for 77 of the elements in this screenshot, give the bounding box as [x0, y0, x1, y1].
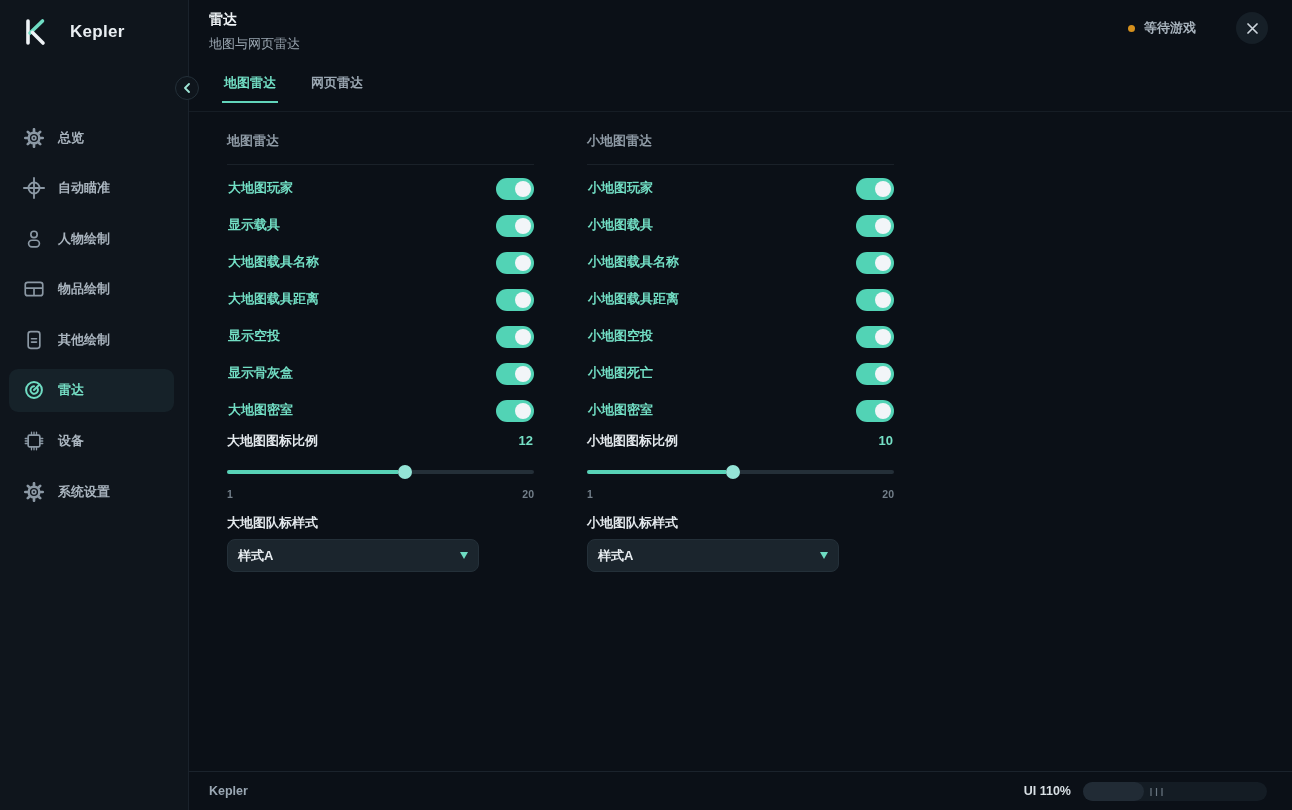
toggle-switch[interactable]	[496, 288, 534, 311]
slider-value: 10	[878, 432, 894, 450]
grid-icon	[24, 279, 44, 300]
slider-thumb[interactable]	[725, 465, 740, 479]
caret-down-icon	[460, 552, 468, 559]
toggle-label: 小地图玩家	[587, 180, 653, 197]
gear-icon	[24, 481, 44, 502]
page-subtitle: 地图与网页雷达	[209, 36, 300, 53]
radar-icon	[24, 380, 44, 401]
close-icon	[1246, 22, 1258, 34]
toggle-label: 显示载具	[227, 217, 280, 234]
sidebar-item[interactable]: 自动瞄准	[9, 166, 174, 210]
toggle-switch[interactable]	[496, 177, 534, 200]
gear-icon	[24, 127, 44, 148]
toggle-label: 大地图载具名称	[227, 254, 319, 271]
sidebar-item[interactable]: 系统设置	[9, 470, 174, 514]
section-title: 地图雷达	[227, 133, 279, 148]
document-icon	[24, 329, 44, 350]
chip-icon	[24, 431, 44, 452]
tab[interactable]: 网页雷达	[309, 66, 365, 103]
dropdown-label: 大地图队标样式	[227, 514, 318, 532]
chevron-left-icon	[184, 83, 190, 93]
sidebar-item[interactable]: 总览	[9, 116, 174, 159]
crosshair-icon	[23, 177, 45, 200]
sidebar-item[interactable]: 设备	[9, 419, 174, 463]
toggle-switch[interactable]	[856, 362, 894, 385]
page-title: 雷达	[209, 10, 237, 28]
toggle-switch[interactable]	[496, 399, 534, 422]
slider-min-label: 1	[587, 488, 593, 500]
caret-down-icon	[820, 552, 828, 559]
slider-label: 大地图图标比例	[227, 432, 318, 450]
toggle-label: 小地图空投	[587, 328, 653, 345]
slider-min-label: 1	[227, 488, 233, 500]
ui-scale-track[interactable]	[1083, 781, 1267, 801]
brand-name: Kepler	[70, 22, 125, 42]
slider-value: 12	[518, 432, 534, 450]
slider-label: 小地图图标比例	[587, 432, 678, 450]
toggle-label: 小地图死亡	[587, 365, 653, 382]
status-dot-icon	[1128, 24, 1135, 32]
sidebar-item[interactable]: 物品绘制	[9, 267, 174, 311]
slider-thumb[interactable]	[397, 465, 412, 479]
footer-brand: Kepler	[209, 784, 248, 798]
toggle-switch[interactable]	[856, 177, 894, 200]
ui-scale-label: UI 110%	[1023, 784, 1071, 798]
toggle-switch[interactable]	[496, 325, 534, 348]
toggle-label: 显示空投	[227, 328, 280, 345]
status-text: 等待游戏	[1144, 19, 1196, 37]
toggle-switch[interactable]	[856, 325, 894, 348]
collapse-button[interactable]	[175, 76, 199, 100]
logo-icon	[24, 18, 46, 46]
toggle-switch[interactable]	[496, 362, 534, 385]
grip-icon	[1149, 787, 1163, 796]
slider-max-label: 20	[522, 488, 534, 500]
sidebar-item[interactable]: 雷达	[9, 368, 174, 412]
toggle-label: 大地图密室	[227, 402, 293, 419]
toggle-label: 小地图载具距离	[587, 291, 679, 308]
toggle-label: 显示骨灰盒	[227, 365, 293, 382]
toggle-switch[interactable]	[856, 399, 894, 422]
toggle-switch[interactable]	[496, 214, 534, 237]
toggle-switch[interactable]	[856, 214, 894, 237]
toggle-label: 大地图玩家	[227, 180, 293, 197]
toggle-label: 小地图载具名称	[587, 254, 679, 271]
dropdown[interactable]: 样式A	[227, 539, 479, 572]
toggle-switch[interactable]	[496, 251, 534, 274]
toggle-label: 小地图载具	[587, 217, 653, 234]
close-button[interactable]	[1236, 12, 1268, 44]
sidebar-item[interactable]: 人物绘制	[9, 217, 174, 261]
toggle-switch[interactable]	[856, 288, 894, 311]
dropdown[interactable]: 样式A	[587, 539, 839, 572]
toggle-label: 大地图载具距离	[227, 291, 319, 308]
slider-max-label: 20	[882, 488, 894, 500]
sidebar-item[interactable]: 其他绘制	[9, 318, 174, 362]
toggle-switch[interactable]	[856, 251, 894, 274]
section-title: 小地图雷达	[587, 133, 652, 148]
dropdown-label: 小地图队标样式	[587, 514, 678, 532]
tab[interactable]: 地图雷达	[222, 66, 278, 103]
toggle-label: 小地图密室	[587, 402, 653, 419]
